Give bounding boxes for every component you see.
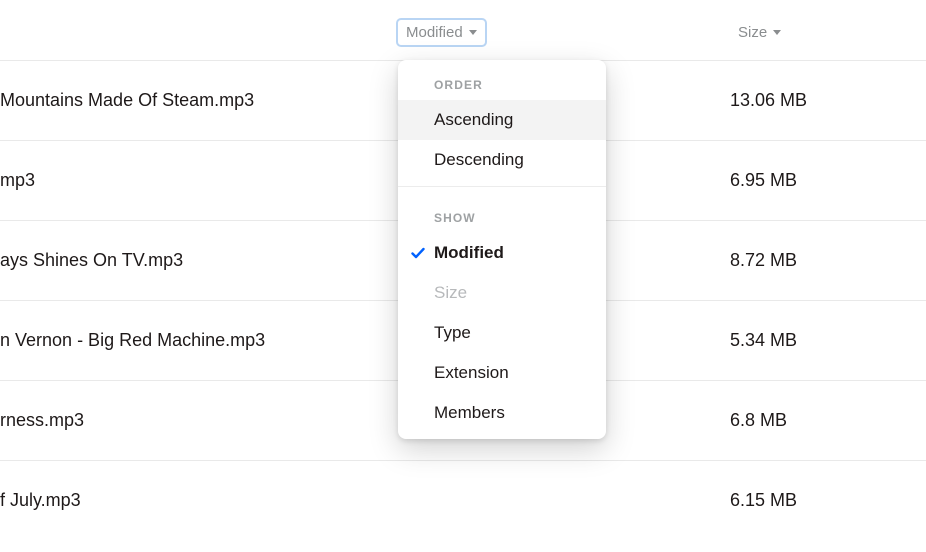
file-list-viewport: Modified Size Mountains Made Of Steam.mp… bbox=[0, 0, 926, 552]
file-size: 8.72 MB bbox=[730, 250, 797, 271]
column-header-size-label: Size bbox=[738, 24, 767, 41]
file-size: 6.8 MB bbox=[730, 410, 787, 431]
file-size: 5.34 MB bbox=[730, 330, 797, 351]
dropdown-item-type[interactable]: Type bbox=[398, 313, 606, 353]
dropdown-item-descending[interactable]: Descending bbox=[398, 140, 606, 180]
caret-down-icon bbox=[469, 30, 477, 35]
file-name: mp3 bbox=[0, 170, 395, 191]
file-size: 6.15 MB bbox=[730, 490, 797, 511]
file-size: 13.06 MB bbox=[730, 90, 807, 111]
file-size: 6.95 MB bbox=[730, 170, 797, 191]
dropdown-item-label: Type bbox=[434, 323, 471, 343]
dropdown-item-label: Ascending bbox=[434, 110, 513, 130]
column-header-modified-label: Modified bbox=[406, 24, 463, 41]
caret-down-icon bbox=[773, 30, 781, 35]
dropdown-item-size: Size bbox=[398, 273, 606, 313]
check-icon bbox=[410, 245, 426, 261]
dropdown-section-show: SHOW bbox=[398, 193, 606, 233]
file-name: ays Shines On TV.mp3 bbox=[0, 250, 395, 271]
dropdown-item-members[interactable]: Members bbox=[398, 393, 606, 433]
dropdown-item-label: Descending bbox=[434, 150, 524, 170]
dropdown-item-ascending[interactable]: Ascending bbox=[398, 100, 606, 140]
dropdown-item-extension[interactable]: Extension bbox=[398, 353, 606, 393]
dropdown-item-label: Size bbox=[434, 283, 467, 303]
dropdown-item-modified[interactable]: Modified bbox=[398, 233, 606, 273]
sort-dropdown: ORDER Ascending Descending SHOW Modified… bbox=[398, 60, 606, 439]
file-name: n Vernon - Big Red Machine.mp3 bbox=[0, 330, 395, 351]
dropdown-item-label: Extension bbox=[434, 363, 509, 383]
dropdown-divider bbox=[398, 186, 606, 187]
column-header-row: Modified Size bbox=[0, 0, 926, 60]
column-header-size[interactable]: Size bbox=[730, 20, 789, 45]
file-name: rness.mp3 bbox=[0, 410, 395, 431]
dropdown-item-label: Modified bbox=[434, 243, 504, 263]
column-header-modified[interactable]: Modified bbox=[398, 20, 485, 45]
table-row[interactable]: f July.mp3 6.15 MB bbox=[0, 460, 926, 540]
dropdown-section-order: ORDER bbox=[398, 60, 606, 100]
file-name: Mountains Made Of Steam.mp3 bbox=[0, 90, 395, 111]
dropdown-item-label: Members bbox=[434, 403, 505, 423]
file-name: f July.mp3 bbox=[0, 490, 395, 511]
